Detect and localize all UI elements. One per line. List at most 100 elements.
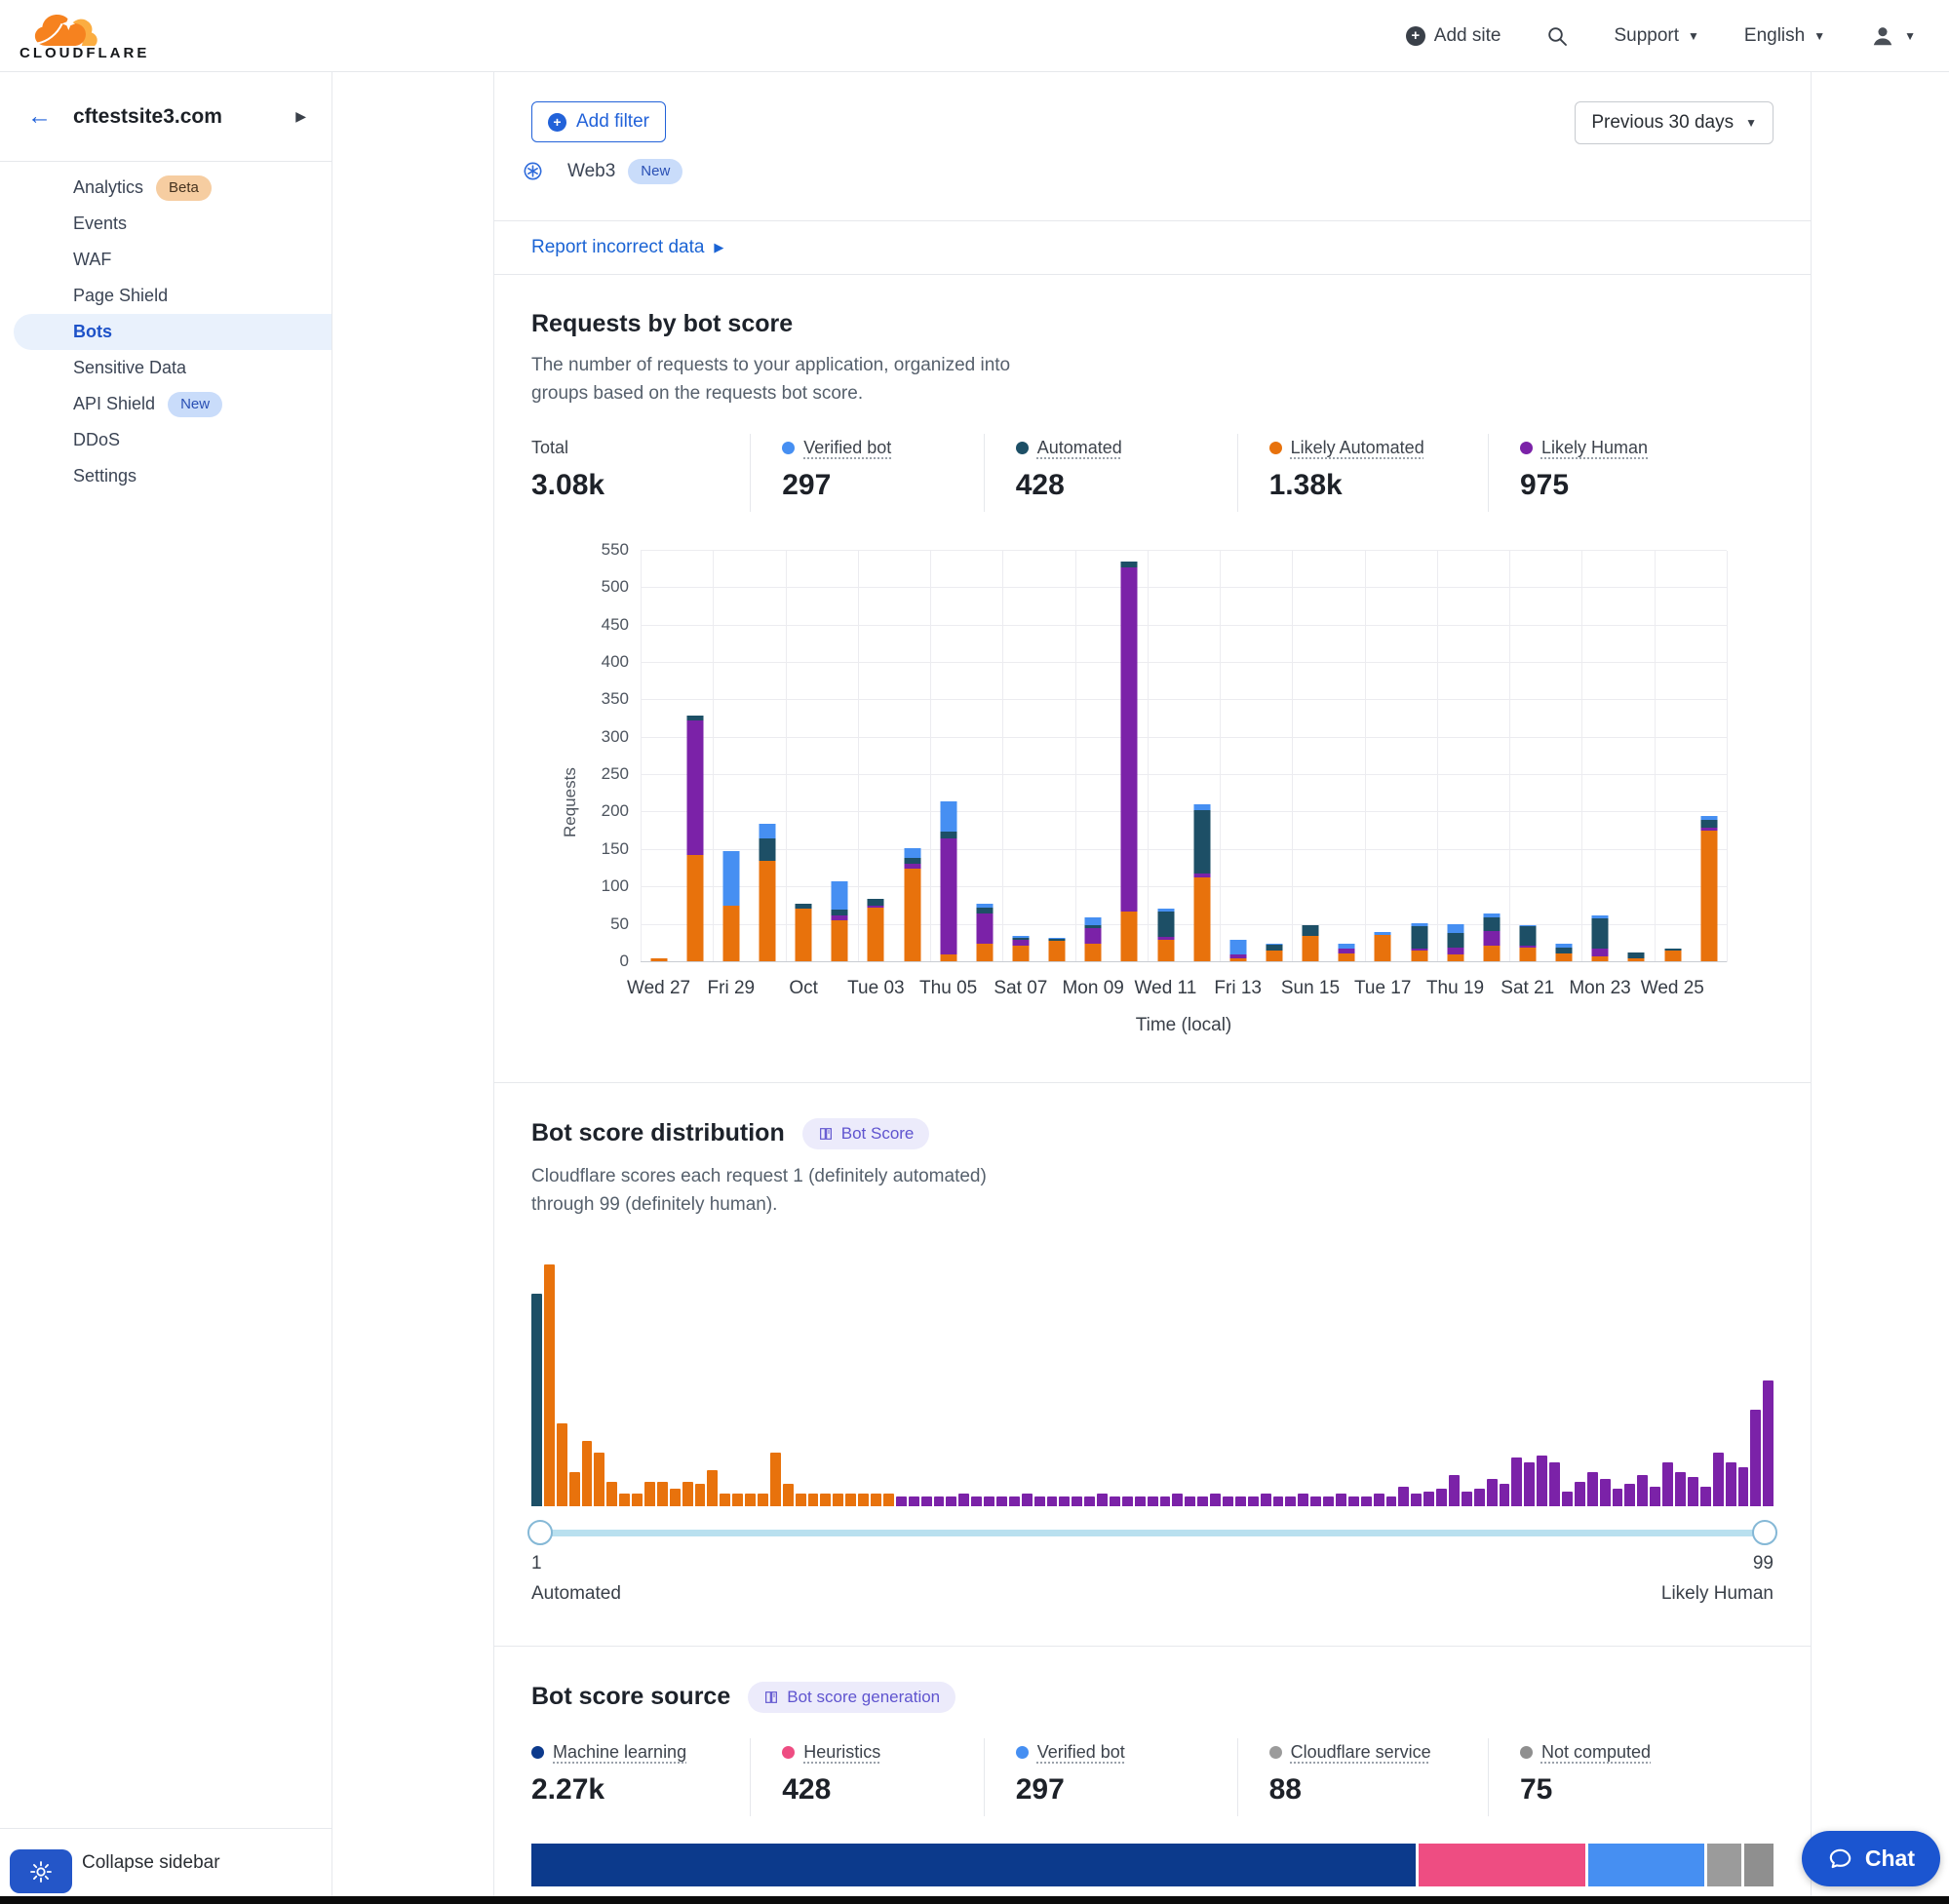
sidebar-item-web3[interactable]: Web3New	[493, 144, 1812, 199]
score-bar-4[interactable]	[569, 1472, 580, 1506]
score-bar-74[interactable]	[1449, 1475, 1460, 1506]
score-bar-14[interactable]	[695, 1484, 706, 1505]
score-bar-66[interactable]	[1348, 1496, 1359, 1506]
score-bar-70[interactable]	[1398, 1487, 1409, 1506]
score-bar-37[interactable]	[984, 1496, 994, 1506]
score-bar-52[interactable]	[1172, 1494, 1183, 1505]
score-bar-12[interactable]	[670, 1489, 681, 1505]
score-bar-79[interactable]	[1511, 1457, 1522, 1506]
preferences-gear-button[interactable]	[10, 1849, 72, 1893]
score-bar-86[interactable]	[1600, 1479, 1611, 1505]
score-bar-45[interactable]	[1084, 1496, 1095, 1506]
score-bar-27[interactable]	[858, 1494, 869, 1505]
back-arrow-icon[interactable]: ←	[27, 102, 52, 131]
score-bar-32[interactable]	[921, 1496, 932, 1506]
score-bar-92[interactable]	[1675, 1472, 1686, 1506]
bar-mon-02[interactable]	[822, 551, 858, 962]
score-bar-30[interactable]	[896, 1496, 907, 1506]
score-bar-63[interactable]	[1310, 1496, 1321, 1506]
bar-sun-08[interactable]	[1039, 551, 1075, 962]
score-bar-19[interactable]	[758, 1494, 768, 1505]
bar-tue-10[interactable]	[1111, 551, 1148, 962]
score-bar-28[interactable]	[871, 1494, 881, 1505]
support-menu[interactable]: Support ▼	[1614, 25, 1698, 47]
score-bar-67[interactable]	[1361, 1496, 1372, 1506]
score-bar-89[interactable]	[1637, 1475, 1648, 1506]
bar-thu-28[interactable]	[677, 551, 713, 962]
bar-wed-11[interactable]	[1148, 551, 1184, 962]
score-bar-59[interactable]	[1261, 1494, 1271, 1505]
score-bar-34[interactable]	[946, 1496, 956, 1506]
score-bar-99[interactable]	[1763, 1380, 1774, 1506]
bar-mon-09[interactable]	[1075, 551, 1111, 962]
bar-wed-18[interactable]	[1401, 551, 1437, 962]
score-bar-84[interactable]	[1575, 1482, 1585, 1506]
score-bar-8[interactable]	[619, 1494, 630, 1505]
score-bar-61[interactable]	[1285, 1496, 1296, 1506]
score-bar-41[interactable]	[1034, 1496, 1045, 1506]
bar-thu-12[interactable]	[1184, 551, 1220, 962]
score-bar-53[interactable]	[1185, 1496, 1195, 1506]
language-menu[interactable]: English ▼	[1744, 25, 1825, 47]
score-bar-71[interactable]	[1411, 1494, 1422, 1505]
score-bar-68[interactable]	[1374, 1494, 1384, 1505]
score-bar-9[interactable]	[632, 1494, 643, 1505]
source-segment-verified-bot[interactable]	[1588, 1844, 1704, 1886]
account-menu[interactable]: ▼	[1870, 23, 1916, 49]
score-bar-85[interactable]	[1587, 1472, 1598, 1506]
sidebar-item-waf[interactable]: WAF	[0, 242, 331, 278]
bar-fri-20[interactable]	[1473, 551, 1509, 962]
report-incorrect-data-link[interactable]: Report incorrect data ▶	[531, 237, 723, 258]
score-bar-64[interactable]	[1323, 1496, 1334, 1506]
add-site-button[interactable]: + Add site	[1406, 25, 1501, 47]
score-bar-23[interactable]	[808, 1494, 819, 1505]
score-bar-55[interactable]	[1210, 1494, 1221, 1505]
score-bar-10[interactable]	[644, 1482, 655, 1506]
score-bar-95[interactable]	[1713, 1453, 1724, 1506]
cloudflare-logo[interactable]: CLOUDFLARE	[19, 10, 149, 61]
score-bar-29[interactable]	[883, 1494, 894, 1505]
slider-track[interactable]	[531, 1530, 1774, 1536]
search-button[interactable]	[1545, 24, 1569, 48]
score-bar-43[interactable]	[1059, 1496, 1070, 1506]
score-bar-54[interactable]	[1197, 1496, 1208, 1506]
sidebar-item-sensitive-data[interactable]: Sensitive Data	[0, 350, 331, 386]
score-bar-24[interactable]	[820, 1494, 831, 1505]
score-bar-44[interactable]	[1072, 1496, 1082, 1506]
score-bar-6[interactable]	[594, 1453, 604, 1506]
score-bar-50[interactable]	[1148, 1496, 1158, 1506]
score-bar-65[interactable]	[1336, 1494, 1346, 1505]
bar-wed-25[interactable]	[1655, 551, 1691, 962]
score-bar-97[interactable]	[1738, 1467, 1749, 1506]
score-bar-7[interactable]	[606, 1482, 617, 1506]
bar-mon-23[interactable]	[1582, 551, 1618, 962]
score-bar-46[interactable]	[1097, 1494, 1108, 1505]
sidebar-item-ddos[interactable]: DDoS	[0, 422, 331, 458]
score-bar-81[interactable]	[1537, 1456, 1547, 1506]
score-bar-47[interactable]	[1110, 1496, 1120, 1506]
score-bar-69[interactable]	[1386, 1496, 1397, 1506]
score-bar-78[interactable]	[1500, 1484, 1510, 1505]
bar-sat-30[interactable]	[749, 551, 785, 962]
score-bar-93[interactable]	[1688, 1477, 1698, 1506]
bar-sat-14[interactable]	[1256, 551, 1292, 962]
collapse-sidebar-button[interactable]: Collapse sidebar	[82, 1852, 220, 1874]
score-bar-21[interactable]	[783, 1484, 794, 1505]
bar-wed-04[interactable]	[894, 551, 930, 962]
add-filter-button[interactable]: + Add filter	[531, 101, 666, 142]
score-bar-13[interactable]	[682, 1482, 693, 1506]
score-bar-11[interactable]	[657, 1482, 668, 1506]
bar-wed-27[interactable]	[641, 551, 677, 962]
bar-tue-03[interactable]	[858, 551, 894, 962]
bar-mon-16[interactable]	[1329, 551, 1365, 962]
score-bar-1[interactable]	[531, 1294, 542, 1506]
score-bar-38[interactable]	[996, 1496, 1007, 1506]
bar-thu-26[interactable]	[1691, 551, 1727, 962]
score-bar-56[interactable]	[1223, 1496, 1233, 1506]
chat-button[interactable]: Chat	[1802, 1831, 1940, 1886]
sidebar-item-page-shield[interactable]: Page Shield	[0, 278, 331, 314]
score-bar-18[interactable]	[745, 1494, 756, 1505]
score-bar-72[interactable]	[1423, 1492, 1434, 1506]
score-bar-31[interactable]	[909, 1496, 919, 1506]
score-bar-17[interactable]	[732, 1494, 743, 1505]
